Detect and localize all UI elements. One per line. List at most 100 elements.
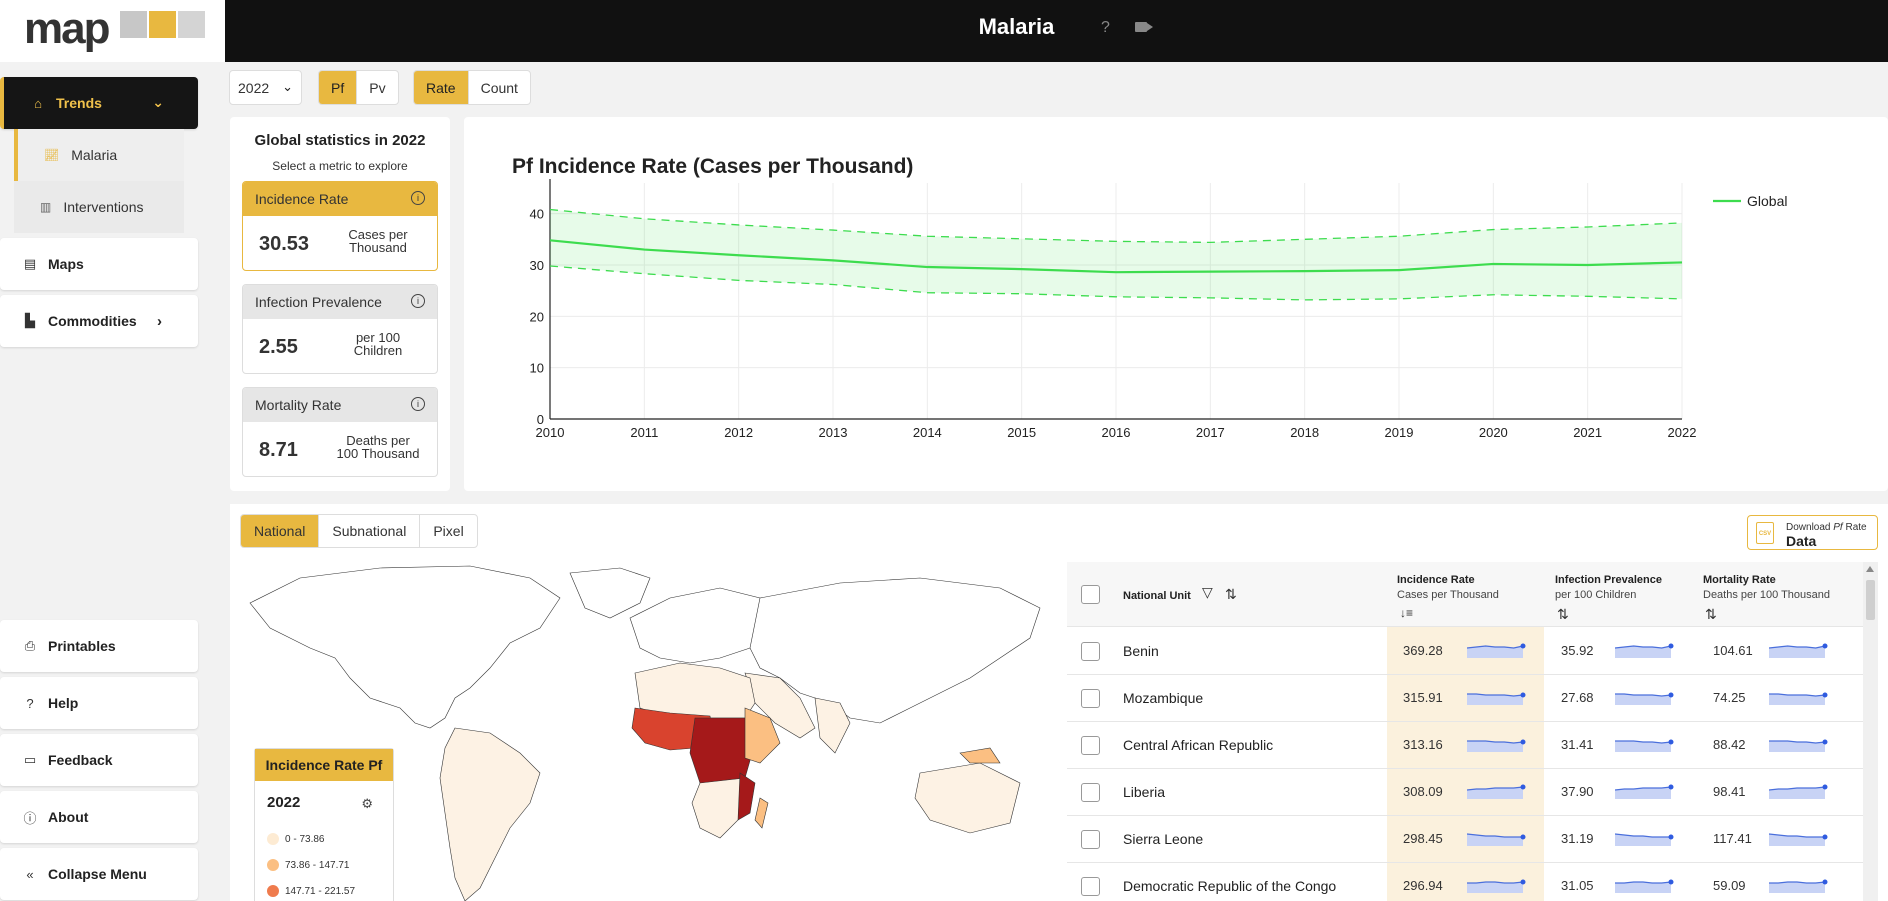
col-national-unit: National Unit: [1123, 590, 1191, 602]
metric-value: 30.53: [259, 233, 310, 255]
row-checkbox[interactable]: [1081, 783, 1100, 802]
trend-chart[interactable]: 2010 2011 2012 2013 2014 2015 2016 2017 2018 2019…: [464, 117, 1888, 491]
sort-icon[interactable]: ⇅: [1557, 606, 1569, 623]
line-chart-icon: 📈︎: [44, 148, 60, 162]
table-row[interactable]: Central African Republic 313.16 31.41 88.42: [1067, 722, 1865, 769]
row-name: Benin: [1123, 643, 1159, 659]
sparkline: [1769, 784, 1828, 799]
sparkline: [1467, 692, 1526, 705]
year-select-value: 2022: [238, 79, 270, 96]
sidebar-item-trends[interactable]: ⌂ Trends ⌄: [0, 77, 198, 129]
table-row[interactable]: Democratic Republic of the Congo 296.94 31…: [1067, 863, 1865, 901]
filter-icon[interactable]: ▽: [1202, 584, 1213, 601]
measure-count-button[interactable]: Count: [469, 71, 530, 104]
sidebar-item-maps[interactable]: ▤ Maps: [0, 238, 198, 290]
row-prevalence: 27.68: [1561, 690, 1594, 705]
row-checkbox[interactable]: [1081, 736, 1100, 755]
measure-rate-button[interactable]: Rate: [414, 71, 469, 104]
world-map[interactable]: Incidence Rate Pf 2022 ⚙ 0 - 73.86 73.86…: [240, 558, 1053, 901]
info-icon[interactable]: i: [411, 294, 425, 308]
page-title: Malaria: [978, 14, 1055, 39]
legend-bin: 0 - 73.86: [267, 833, 324, 845]
metric-card-prevalence[interactable]: Infection Prevalence i 2.55 per 100 Childr…: [242, 284, 438, 374]
row-prevalence: 35.92: [1561, 643, 1594, 658]
x-tick-label: 2020: [1479, 425, 1508, 440]
sparkline: [1615, 692, 1674, 705]
y-tick-label: 20: [530, 309, 544, 324]
chevron-down-icon: ⌄: [282, 79, 293, 94]
download-data-button[interactable]: CSV Download Pf Rate Data: [1747, 515, 1878, 550]
legend-swatch: [267, 833, 279, 845]
metric-card-mortality[interactable]: Mortality Rate i 8.71 Deaths per 100 Thous…: [242, 387, 438, 477]
sparkline: [1769, 643, 1828, 658]
table-scrollbar[interactable]: [1863, 562, 1878, 901]
select-all-checkbox[interactable]: [1081, 585, 1100, 604]
sidebar-item-help[interactable]: ? Help: [0, 677, 198, 729]
sidebar-item-label: Commodities: [48, 313, 137, 329]
row-checkbox[interactable]: [1081, 689, 1100, 708]
sort-icon[interactable]: ⇅: [1225, 586, 1237, 603]
row-name: Liberia: [1123, 784, 1166, 800]
row-mortality: 98.41: [1713, 784, 1746, 799]
sparkline: [1769, 692, 1828, 705]
sparkline: [1615, 739, 1674, 752]
map-legend: Incidence Rate Pf 2022 ⚙ 0 - 73.86 73.86…: [254, 748, 394, 901]
sparkline: [1467, 643, 1526, 658]
parasite-toggle: Pf Pv: [318, 70, 399, 105]
metric-value: 8.71: [259, 439, 298, 461]
row-checkbox[interactable]: [1081, 642, 1100, 661]
sidebar-item-about[interactable]: ⓘ About: [0, 791, 198, 843]
col-incidence: Incidence Rate Cases per Thousand: [1397, 574, 1499, 601]
table-row[interactable]: Benin 369.28 35.92 104.61: [1067, 628, 1865, 675]
gear-icon[interactable]: ⚙: [361, 796, 373, 812]
map-region-madagascar: [754, 797, 769, 829]
sort-desc-icon[interactable]: ↓≡: [1400, 606, 1413, 620]
chart-icon: ▙: [25, 313, 35, 328]
help-icon[interactable]: ?: [1101, 19, 1110, 37]
sidebar-item-label: Trends: [56, 95, 102, 111]
logo[interactable]: map: [24, 4, 110, 54]
y-tick-label: 40: [530, 207, 544, 222]
map-region-mozambique: [737, 772, 756, 821]
sparkline: [1467, 784, 1526, 799]
parasite-pf-button[interactable]: Pf: [319, 71, 358, 104]
sparkline: [1615, 784, 1674, 799]
scrollbar-thumb[interactable]: [1866, 580, 1875, 620]
sparkline: [1769, 833, 1828, 846]
table-row[interactable]: Mozambique 315.91 27.68 74.25: [1067, 675, 1865, 722]
legend-swatch: [267, 859, 279, 871]
tab-national[interactable]: National: [241, 515, 320, 547]
table-row[interactable]: Sierra Leone 298.45 31.19 117.41: [1067, 816, 1865, 863]
row-checkbox[interactable]: [1081, 877, 1100, 896]
sidebar-item-printables[interactable]: ⎙ Printables: [0, 620, 198, 672]
metric-unit: Cases per Thousand: [348, 227, 408, 255]
sidebar-item-label: Maps: [48, 256, 84, 272]
sidebar-item-interventions[interactable]: ▥ Interventions: [14, 181, 184, 233]
sidebar-item-collapse-menu[interactable]: « Collapse Menu: [0, 848, 198, 900]
info-icon[interactable]: i: [411, 191, 425, 205]
x-tick-label: 2017: [1196, 425, 1225, 440]
parasite-pv-button[interactable]: Pv: [357, 71, 397, 104]
map-region-north-america: [249, 565, 561, 729]
sparkline: [1467, 879, 1526, 893]
info-icon[interactable]: i: [411, 397, 425, 411]
sparkline: [1769, 739, 1828, 752]
video-icon[interactable]: [1135, 22, 1153, 32]
metric-label: Mortality Rate: [255, 397, 342, 413]
sidebar-item-feedback[interactable]: ▭ Feedback: [0, 734, 198, 786]
map-icon: ▤: [23, 256, 37, 271]
sidebar-item-commodities[interactable]: ▙ Commodities ›: [0, 295, 198, 347]
metric-card-incidence[interactable]: Incidence Rate i 30.53 Cases per Thousand: [242, 181, 438, 271]
sidebar-item-malaria[interactable]: 📈︎ Malaria: [14, 129, 184, 181]
sort-icon[interactable]: ⇅: [1705, 606, 1717, 623]
year-select[interactable]: 2022 ⌄: [229, 70, 302, 105]
table-row[interactable]: Liberia 308.09 37.90 98.41: [1067, 769, 1865, 816]
legend-bin: 73.86 - 147.71: [267, 859, 350, 871]
row-checkbox[interactable]: [1081, 830, 1100, 849]
map-region-australia: [914, 762, 1021, 834]
sidebar-item-label: Help: [48, 695, 79, 711]
tab-subnational[interactable]: Subnational: [319, 515, 421, 547]
x-tick-label: 2016: [1102, 425, 1131, 440]
map-table-panel: National Subnational Pixel CSV Download …: [230, 504, 1888, 901]
tab-pixel[interactable]: Pixel: [420, 515, 476, 547]
